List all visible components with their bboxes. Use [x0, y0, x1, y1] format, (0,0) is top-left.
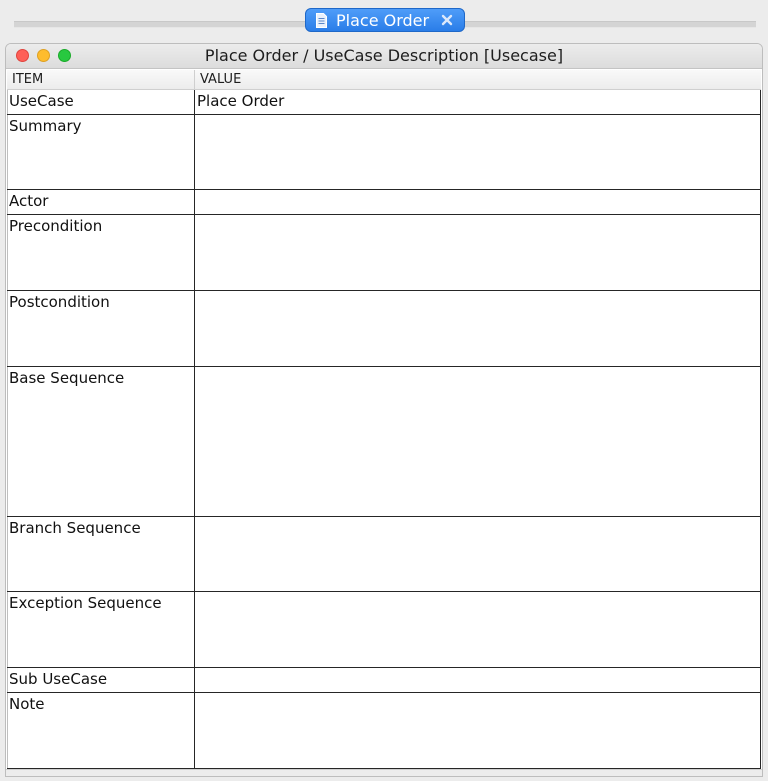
item-cell: Actor [7, 190, 195, 214]
usecase-description-window: Place Order / UseCase Description [Useca… [5, 43, 763, 777]
item-cell: Branch Sequence [7, 517, 195, 591]
value-cell[interactable] [195, 215, 761, 290]
value-cell[interactable] [195, 190, 761, 214]
table-row-base-sequence: Base Sequence [7, 367, 761, 517]
item-cell: Summary [7, 115, 195, 189]
window-minimize-button[interactable] [37, 49, 50, 62]
tab-title: Place Order [336, 10, 430, 30]
window-title: Place Order / UseCase Description [Useca… [204, 46, 564, 65]
close-icon[interactable] [440, 13, 454, 27]
window-close-button[interactable] [16, 49, 29, 62]
editor-tab-bar: Place Order [0, 0, 768, 42]
document-icon [316, 12, 327, 28]
table-row-sub-usecase: Sub UseCase [7, 668, 761, 693]
item-cell: Note [7, 693, 195, 768]
item-cell: Exception Sequence [7, 592, 195, 667]
window-maximize-button[interactable] [58, 49, 71, 62]
value-cell[interactable] [195, 668, 761, 692]
value-cell[interactable] [195, 693, 761, 768]
item-cell: Base Sequence [7, 367, 195, 516]
value-cell[interactable]: Place Order [195, 90, 761, 114]
item-cell: Postcondition [7, 291, 195, 366]
table-row-branch-sequence: Branch Sequence [7, 517, 761, 592]
window-controls [16, 49, 79, 62]
table-row-exception-sequence: Exception Sequence [7, 592, 761, 668]
table-header: ITEM VALUE [7, 70, 761, 90]
usecase-description-table: ITEM VALUE UseCase Place Order Summary A… [7, 70, 761, 769]
value-cell[interactable] [195, 115, 761, 189]
value-cell[interactable] [195, 291, 761, 366]
tab-place-order[interactable]: Place Order [305, 8, 465, 32]
window-bottom-edge [6, 769, 762, 776]
window-titlebar[interactable]: Place Order / UseCase Description [Useca… [6, 44, 762, 69]
item-cell: Sub UseCase [7, 668, 195, 692]
value-cell[interactable] [195, 592, 761, 667]
table-row-summary: Summary [7, 115, 761, 190]
column-header-value[interactable]: VALUE [195, 70, 761, 89]
item-cell: Precondition [7, 215, 195, 290]
item-cell: UseCase [7, 90, 195, 114]
column-header-item[interactable]: ITEM [7, 70, 195, 89]
table-row-postcondition: Postcondition [7, 291, 761, 367]
table-row-usecase: UseCase Place Order [7, 90, 761, 115]
value-cell[interactable] [195, 517, 761, 591]
table-row-precondition: Precondition [7, 215, 761, 291]
value-cell[interactable] [195, 367, 761, 516]
table-row-actor: Actor [7, 190, 761, 215]
table-row-note: Note [7, 693, 761, 769]
